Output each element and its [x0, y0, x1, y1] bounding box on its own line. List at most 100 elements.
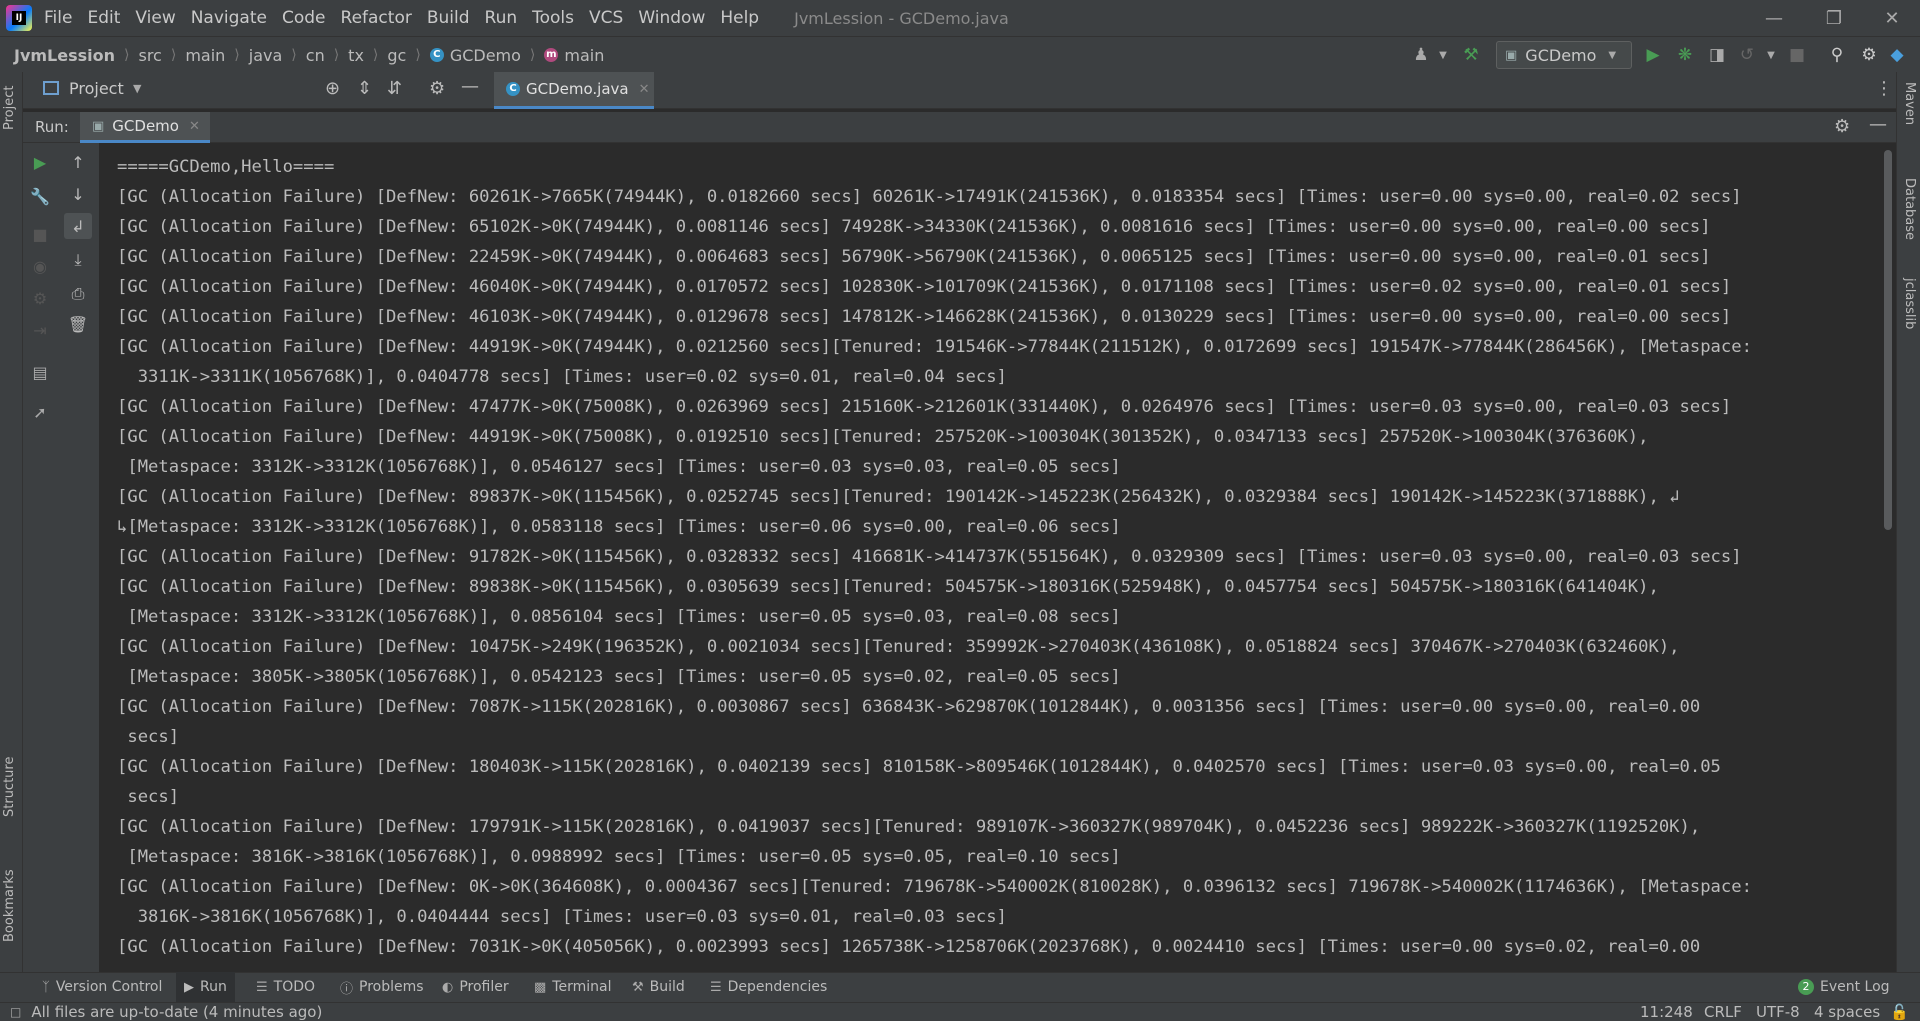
jclasslib-tool-button[interactable]: jclasslib — [1902, 278, 1917, 329]
arrow-down-icon[interactable]: ↓ — [67, 183, 89, 205]
run-icon[interactable]: ▶ — [1642, 44, 1664, 66]
soft-wrap-icon[interactable]: ↲ — [64, 213, 92, 239]
database-tool-button[interactable]: Database — [1902, 178, 1917, 240]
console-line: [GC (Allocation Failure) [DefNew: 7087K-… — [117, 697, 1701, 717]
structure-tool-button[interactable]: Structure — [2, 757, 17, 817]
minimize-icon[interactable]: — — [1746, 0, 1802, 36]
menu-edit[interactable]: Edit — [87, 8, 120, 28]
breadcrumb-method-label: main — [564, 45, 605, 65]
menu-build[interactable]: Build — [427, 8, 470, 28]
menu-code[interactable]: Code — [282, 8, 326, 28]
close-icon[interactable]: ✕ — [1864, 0, 1920, 36]
project-panel-title[interactable]: Project — [69, 79, 124, 98]
todo-tab[interactable]: ☰ TODO — [256, 972, 315, 1002]
close-tab-icon[interactable]: ✕ — [189, 119, 200, 134]
run-toolbar-primary: ▶ 🔧 ■ ◉ ⚙ ⇥ ▤ ➚ — [23, 143, 57, 987]
run-icon: ▶ — [184, 979, 194, 995]
profiler-tab[interactable]: ◐ Profiler — [442, 972, 509, 1002]
status-toggle-icon[interactable]: □ — [10, 1005, 21, 1019]
breadcrumb-project[interactable]: JvmLession — [14, 46, 115, 65]
breadcrumb-separator-icon: ⟩ — [529, 47, 536, 63]
status-message[interactable]: All files are up-to-date (4 minutes ago) — [31, 1003, 322, 1021]
menu-tools[interactable]: Tools — [532, 8, 574, 28]
breadcrumb-main[interactable]: main — [185, 46, 225, 65]
toolbox-icon[interactable]: ◆ — [1886, 44, 1908, 66]
build-tab[interactable]: ⚒ Build — [632, 972, 685, 1002]
gear-disabled-icon[interactable]: ⚙ — [29, 287, 51, 309]
version-control-tab[interactable]: ᛉ Version Control — [42, 972, 162, 1002]
menu-vcs[interactable]: VCS — [589, 8, 623, 28]
profile-icon[interactable]: ↺ — [1736, 44, 1758, 66]
indent-setting[interactable]: 4 spaces — [1814, 1003, 1880, 1021]
bookmarks-tool-button[interactable]: Bookmarks — [2, 869, 17, 942]
scroll-to-end-icon[interactable]: ⤓ — [67, 249, 89, 271]
event-log-tab[interactable]: 2 Event Log — [1798, 972, 1890, 1002]
camera-dump-icon[interactable]: ◉ — [29, 255, 51, 277]
dependencies-tab[interactable]: ☰ Dependencies — [710, 972, 827, 1002]
locate-target-icon[interactable]: ⊕ — [325, 78, 340, 99]
more-options-icon[interactable]: ⋮ — [1875, 78, 1893, 99]
terminal-label: Terminal — [552, 979, 612, 995]
chevron-down-icon[interactable]: ▼ — [1432, 44, 1454, 66]
trash-icon[interactable]: 🗑 — [67, 313, 89, 335]
breadcrumb-cn[interactable]: cn — [306, 46, 325, 65]
terminal-tab[interactable]: ▩ Terminal — [534, 972, 611, 1002]
hide-panel-icon[interactable]: — — [461, 76, 479, 97]
rerun-icon[interactable]: ▶ — [29, 151, 51, 173]
print-icon[interactable]: ⎙ — [67, 283, 89, 305]
profiler-label: Profiler — [459, 979, 509, 995]
run-tool-tab[interactable]: ▶ Run — [176, 972, 235, 1002]
chevron-down-icon[interactable]: ▼ — [133, 82, 141, 95]
console-output[interactable]: =====GCDemo,Hello==== [GC (Allocation Fai… — [99, 143, 1880, 987]
menu-file[interactable]: File — [44, 8, 72, 28]
exit-icon[interactable]: ⇥ — [29, 319, 51, 341]
run-tab-gcdemo[interactable]: ▣ GCDemo ✕ — [80, 112, 210, 143]
project-tool-button[interactable]: Project — [2, 86, 17, 130]
console-line: [GC (Allocation Failure) [DefNew: 44919K… — [117, 427, 1649, 447]
pin-tab-icon[interactable]: ➚ — [29, 401, 51, 423]
close-tab-icon[interactable]: ✕ — [639, 82, 650, 97]
stop-icon[interactable]: ■ — [1786, 44, 1808, 66]
menu-refactor[interactable]: Refactor — [341, 8, 412, 28]
breadcrumb-method[interactable]: m main — [544, 46, 604, 65]
menu-run[interactable]: Run — [485, 8, 518, 28]
maven-tool-button[interactable]: Maven — [1902, 82, 1917, 125]
breadcrumb-class[interactable]: C GCDemo — [429, 46, 521, 65]
caret-position[interactable]: 11:248 — [1640, 1003, 1693, 1021]
modify-config-wrench-icon[interactable]: 🔧 — [29, 185, 51, 207]
settings-gear-icon[interactable]: ⚙ — [1858, 44, 1880, 66]
menu-navigate[interactable]: Navigate — [191, 8, 267, 28]
problems-tab[interactable]: ⓘ Problems — [340, 972, 424, 1002]
coverage-icon[interactable]: ◨ — [1706, 44, 1728, 66]
user-icon[interactable]: ♟ — [1410, 44, 1432, 66]
lock-icon[interactable]: 🔓 — [1890, 1003, 1909, 1021]
build-hammer-icon[interactable]: ⚒ — [1460, 44, 1482, 66]
run-configuration-select[interactable]: ▣ GCDemo ▼ — [1496, 41, 1632, 69]
file-encoding[interactable]: UTF-8 — [1756, 1003, 1800, 1021]
arrow-up-icon[interactable]: ↑ — [67, 151, 89, 173]
left-tool-stripe: Project Structure Bookmarks — [0, 72, 23, 987]
breadcrumb-gc[interactable]: gc — [387, 46, 406, 65]
chevron-down-icon[interactable]: ▼ — [1760, 44, 1782, 66]
profiler-icon: ◐ — [442, 979, 454, 995]
console-line: [Metaspace: 3805K->3805K(1056768K)], 0.0… — [117, 667, 1121, 687]
console-scrollbar[interactable] — [1884, 150, 1892, 530]
search-icon[interactable]: ⚲ — [1826, 44, 1848, 66]
menu-help[interactable]: Help — [720, 8, 759, 28]
collapse-all-icon[interactable]: ⇵ — [387, 78, 402, 99]
settings-gear-icon[interactable]: ⚙ — [429, 78, 445, 99]
menu-view[interactable]: View — [135, 8, 175, 28]
breadcrumb-tx[interactable]: tx — [348, 46, 364, 65]
debug-icon[interactable]: ❋ — [1674, 44, 1696, 66]
expand-all-icon[interactable]: ⇕ — [357, 78, 372, 99]
line-separator[interactable]: CRLF — [1704, 1003, 1742, 1021]
menu-window[interactable]: Window — [638, 8, 705, 28]
editor-tab-gcdemo[interactable]: C GCDemo.java ✕ — [494, 72, 654, 109]
settings-gear-icon[interactable]: ⚙ — [1834, 116, 1850, 137]
breadcrumb-java[interactable]: java — [249, 46, 283, 65]
restore-icon[interactable]: ❐ — [1806, 0, 1862, 36]
layout-icon[interactable]: ▤ — [29, 361, 51, 383]
stop-icon[interactable]: ■ — [29, 223, 51, 245]
breadcrumb-src[interactable]: src — [138, 46, 161, 65]
hide-panel-icon[interactable]: — — [1869, 114, 1887, 135]
